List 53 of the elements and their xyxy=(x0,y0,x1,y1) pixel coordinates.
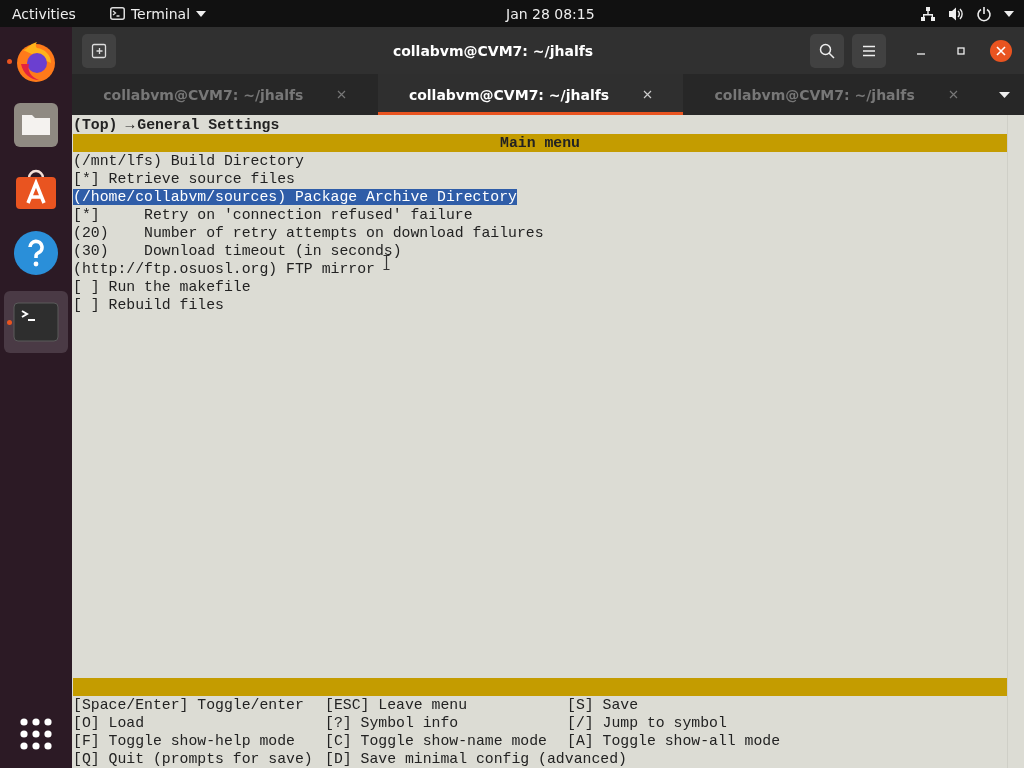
menu-item[interactable]: (20) Number of retry attempts on download failures xyxy=(73,225,544,241)
menu-item[interactable]: [*] Retry on 'connection refused' failure xyxy=(73,207,473,223)
close-tab-icon[interactable] xyxy=(948,90,958,99)
menu-icon xyxy=(862,44,876,57)
new-tab-icon xyxy=(91,42,107,59)
key-hint: [Space/Enter] Toggle/enter xyxy=(73,696,305,714)
app-menu[interactable]: Terminal xyxy=(109,5,207,22)
menu-item[interactable]: [*] Retrieve source files xyxy=(73,171,295,187)
menu-button[interactable] xyxy=(852,33,886,68)
folder-icon xyxy=(13,102,59,148)
breadcrumb-arrow: → xyxy=(125,117,135,133)
search-button[interactable] xyxy=(810,33,844,68)
key-hint: [?] Symbol info xyxy=(325,714,460,732)
menu-item[interactable]: [ ] Rebuild files xyxy=(73,297,224,313)
key-hint: [S] Save xyxy=(567,696,640,714)
activities-button[interactable]: Activities xyxy=(12,5,76,22)
key-hint: [O] Load xyxy=(73,714,146,732)
tab[interactable]: collabvm@CVM7: ~/jhalfs xyxy=(377,74,684,115)
key-hint: [ESC] Leave menu xyxy=(325,696,469,714)
key-hint: [/] Jump to symbol xyxy=(567,714,728,732)
new-tab-button[interactable] xyxy=(82,33,116,68)
terminal-icon xyxy=(13,302,59,342)
close-icon[interactable] xyxy=(990,39,1012,62)
menu-item[interactable]: (/mnt/lfs) Build Directory xyxy=(73,153,304,169)
question-mark-icon xyxy=(13,230,59,276)
menu-item[interactable]: (http://ftp.osuosl.org) FTP mirror xyxy=(73,261,375,277)
window-title: collabvm@CVM7: ~/jhalfs xyxy=(391,42,595,59)
power-icon[interactable] xyxy=(976,5,992,22)
key-hint: [A] Toggle show-all mode xyxy=(567,732,782,750)
search-icon xyxy=(819,42,835,59)
tab-list-caret-icon[interactable] xyxy=(999,91,1010,98)
breadcrumb-parent: (Top) xyxy=(73,117,118,133)
terminal-icon xyxy=(109,7,125,20)
running-indicator xyxy=(7,320,12,325)
menu-item[interactable]: (30) Download timeout (in seconds) xyxy=(73,243,402,259)
network-icon[interactable] xyxy=(920,5,936,22)
menu-item[interactable]: (/home/collabvm/sources) Package Archive Directory xyxy=(73,189,517,205)
maximize-icon[interactable] xyxy=(956,45,966,56)
app-grid-icon[interactable] xyxy=(20,718,52,750)
close-tab-icon[interactable] xyxy=(643,90,653,99)
breadcrumb-current: General Settings xyxy=(137,117,280,133)
caret-icon xyxy=(196,10,207,17)
menu-title: Main menu xyxy=(500,135,580,151)
running-indicator xyxy=(7,59,12,64)
key-hint: [D] Save minimal config (advanced) xyxy=(325,750,628,768)
key-hint: [C] Toggle show-name mode xyxy=(325,732,548,750)
clock[interactable]: Jan 28 08:15 xyxy=(506,5,595,22)
close-tab-icon[interactable] xyxy=(337,90,347,99)
key-hint: [Q] Quit (prompts for save) xyxy=(73,750,314,768)
menu-item[interactable]: [ ] Run the makefile xyxy=(73,279,251,295)
caret-icon[interactable] xyxy=(1004,10,1014,17)
key-hint: [F] Toggle show-help mode xyxy=(73,732,296,750)
volume-icon[interactable] xyxy=(948,5,964,22)
